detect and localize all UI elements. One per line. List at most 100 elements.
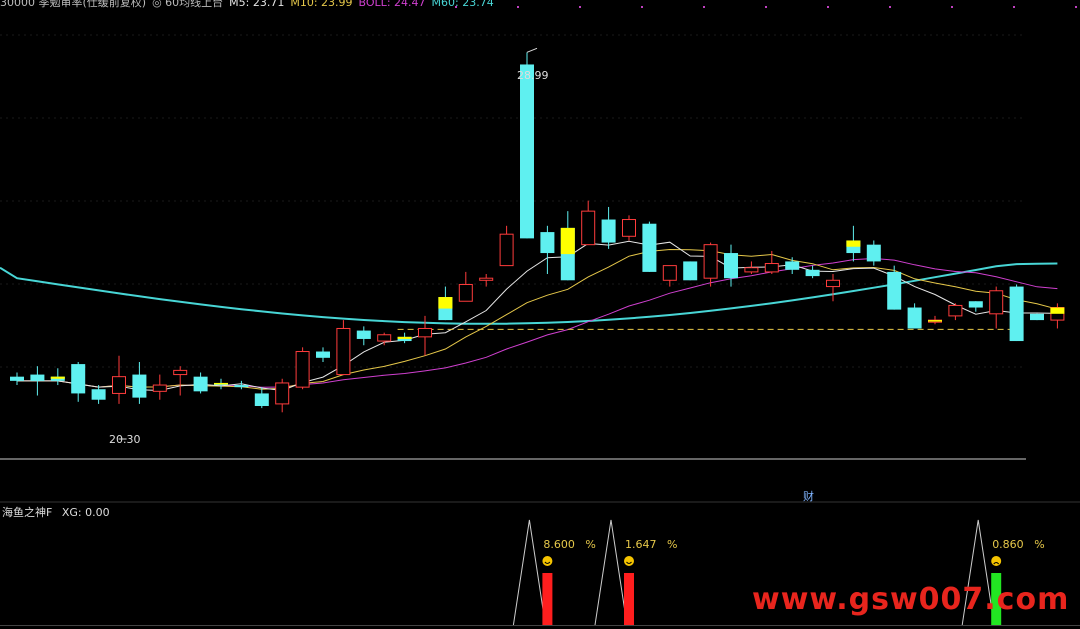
header-part-3: M10: 23.99 xyxy=(290,0,353,9)
candle xyxy=(91,385,106,404)
candle-body xyxy=(91,389,106,400)
candle xyxy=(703,242,718,287)
indicator-xg: XG: 0.00 xyxy=(61,506,110,519)
high-marker xyxy=(526,47,538,53)
candle-signal-band xyxy=(560,227,575,255)
candle xyxy=(316,347,330,362)
candle xyxy=(336,320,351,376)
candle-body xyxy=(540,232,555,254)
header-part-5: M60: 23.74 xyxy=(431,0,494,9)
candle-body xyxy=(622,219,636,237)
grid-tick xyxy=(517,6,519,8)
signal-unit-label: % xyxy=(667,538,677,551)
candle xyxy=(662,265,677,287)
candle-body xyxy=(377,334,392,342)
signal-0: 8.600% xyxy=(512,519,596,626)
candle xyxy=(928,315,942,325)
signal-1: 1.647% xyxy=(594,519,677,626)
ma10-line xyxy=(17,248,1058,390)
candle-body xyxy=(112,376,126,394)
candle-body xyxy=(520,64,534,239)
candle xyxy=(295,347,310,390)
ma5-line xyxy=(17,240,1058,392)
candle xyxy=(254,387,269,409)
candle-body xyxy=(10,376,24,381)
signal-value-label: 8.600 xyxy=(543,538,575,551)
candle-body xyxy=(173,369,188,376)
candle xyxy=(642,221,657,272)
candle-body xyxy=(724,253,738,279)
candle xyxy=(948,303,963,321)
candle xyxy=(866,240,881,266)
candle-body xyxy=(234,385,249,388)
candle-body xyxy=(642,223,657,272)
candle xyxy=(112,355,126,404)
signal-bar xyxy=(542,573,553,625)
candle xyxy=(785,257,800,274)
signal-face-icon xyxy=(991,556,1002,566)
candle-body xyxy=(316,351,330,358)
signal-face-icon xyxy=(542,556,553,566)
candle-body xyxy=(683,261,698,281)
candle-body xyxy=(662,265,677,281)
signal-unit-label: % xyxy=(585,538,595,551)
candles xyxy=(10,52,1065,413)
signal-bar xyxy=(624,573,634,625)
indicator-header: 海鱼之神F XG: 0.00 xyxy=(2,504,116,520)
candle xyxy=(10,372,24,386)
candle-body xyxy=(968,301,983,308)
candle xyxy=(214,378,228,390)
candle-body xyxy=(356,330,371,339)
candle xyxy=(458,271,473,302)
candle-body xyxy=(887,271,902,310)
candle xyxy=(438,286,453,321)
candle-body xyxy=(1030,313,1044,321)
candle-body xyxy=(193,376,208,392)
candle xyxy=(50,368,65,386)
candle-body xyxy=(336,327,351,376)
candle xyxy=(622,215,636,241)
candle-body xyxy=(805,269,820,277)
candle-body xyxy=(254,393,269,406)
header-part-1: ◎ 60均线上台 xyxy=(152,0,224,9)
signal-value-label: 0.860 xyxy=(992,538,1024,551)
candle xyxy=(30,366,45,396)
grid-tick xyxy=(703,6,705,8)
grid-tick xyxy=(951,6,953,8)
signal-value-label: 1.647 xyxy=(625,538,657,551)
candle-signal-band xyxy=(1050,307,1065,314)
grid-tick xyxy=(889,6,891,8)
candle-signal-band xyxy=(214,382,228,385)
high-price-label: 28.99 xyxy=(517,69,549,82)
indicator-name: 海鱼之神F xyxy=(2,506,53,519)
candle xyxy=(71,362,86,402)
candle-body xyxy=(295,351,310,388)
candle-body xyxy=(948,304,963,317)
watermark: www.gsw007.com xyxy=(752,582,1070,617)
candle-body xyxy=(458,283,473,302)
candle-body xyxy=(152,384,167,392)
candle-body xyxy=(826,279,840,288)
ma5-path xyxy=(17,240,1058,392)
grid-tick xyxy=(641,6,643,8)
candle-body xyxy=(764,263,779,273)
candle-body xyxy=(30,374,45,381)
candle xyxy=(1009,284,1024,342)
grid-tick xyxy=(1075,6,1077,8)
candle-body xyxy=(499,233,514,267)
header-part-2: M5: 23.71 xyxy=(229,0,285,9)
candle xyxy=(173,366,188,396)
candle xyxy=(601,206,616,249)
ma10-path xyxy=(17,248,1058,390)
candle-signal-band xyxy=(438,297,453,309)
candle xyxy=(193,372,208,394)
candle-body xyxy=(479,277,494,281)
signal-face-icon xyxy=(624,556,634,566)
grid-tick xyxy=(827,6,829,8)
stock-chart: 28.99 20.30 财 8.600% 1.647% 0.860% xyxy=(0,6,1080,626)
candle xyxy=(397,332,412,344)
candle-body xyxy=(418,327,432,338)
header-part-0: 30000 季勉审率(仕缓前复权) xyxy=(0,0,147,9)
grid-tick xyxy=(765,6,767,8)
candle xyxy=(1030,313,1044,321)
